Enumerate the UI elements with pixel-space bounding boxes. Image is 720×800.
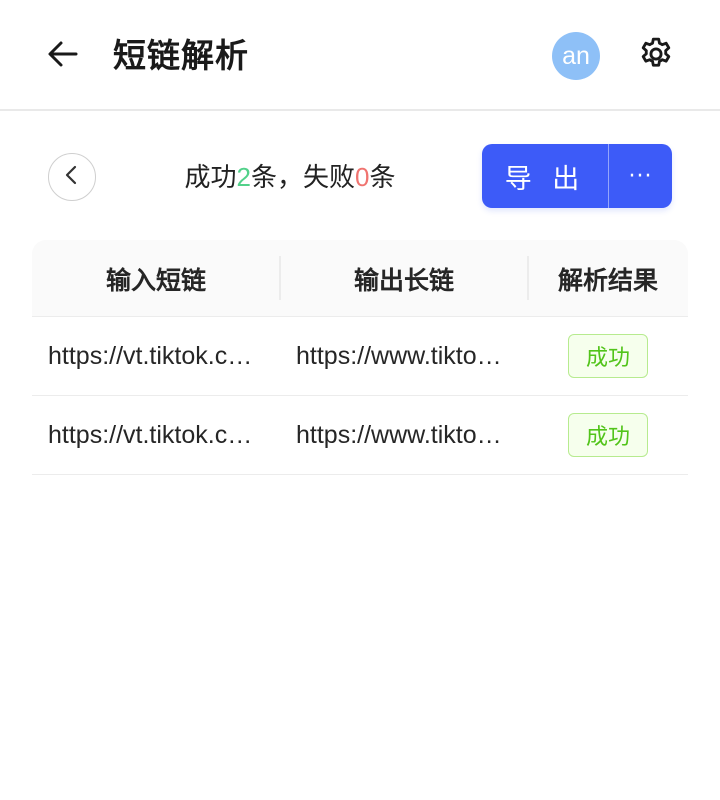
previous-button[interactable] [48,153,96,201]
gear-icon [637,35,675,77]
page-title: 短链解析 [113,36,249,75]
fail-count: 0 [355,162,370,192]
input-link-cell[interactable]: https://vt.tiktok.com/ [32,396,280,474]
app-window: 短链解析 an 成功2条，失败0条 导 出 ··· 输入短链 输出长链 解析结果 [0,0,720,800]
input-link-cell[interactable]: https://vt.tiktok.com/ [32,317,280,395]
export-button[interactable]: 导 出 [482,144,609,208]
table-row: https://vt.tiktok.com/ https://www.tikto… [32,317,688,396]
result-summary: 成功2条，失败0条 [120,156,460,198]
output-link-cell[interactable]: https://www.tiktok.com/ [280,317,528,395]
header: 短链解析 an [0,0,720,111]
avatar[interactable]: an [552,32,600,80]
column-header-input: 输入短链 [105,265,206,295]
back-button[interactable] [40,33,86,79]
column-divider [527,256,529,300]
status-badge: 成功 [568,334,648,378]
column-header-output: 输出长链 [353,265,454,295]
result-cell: 成功 [528,317,688,395]
table-header: 输入短链 输出长链 解析结果 [32,240,688,317]
export-button-group: 导 出 ··· [482,144,672,208]
summary-mid: 条，失败 [250,163,355,193]
summary-suffix: 条 [369,163,396,193]
summary-prefix: 成功 [184,163,237,193]
column-divider [279,256,281,300]
output-link-cell[interactable]: https://www.tiktok.com/ [280,396,528,474]
success-count: 2 [236,162,251,192]
column-header-result: 解析结果 [557,265,658,295]
arrow-left-icon [46,37,80,75]
chevron-left-icon [61,164,83,190]
settings-button[interactable] [634,34,678,78]
more-options-button[interactable]: ··· [609,144,672,208]
table-row: https://vt.tiktok.com/ https://www.tikto… [32,396,688,475]
result-cell: 成功 [528,396,688,474]
status-badge: 成功 [568,413,648,457]
results-table: 输入短链 输出长链 解析结果 https://vt.tiktok.com/ ht… [32,240,688,475]
